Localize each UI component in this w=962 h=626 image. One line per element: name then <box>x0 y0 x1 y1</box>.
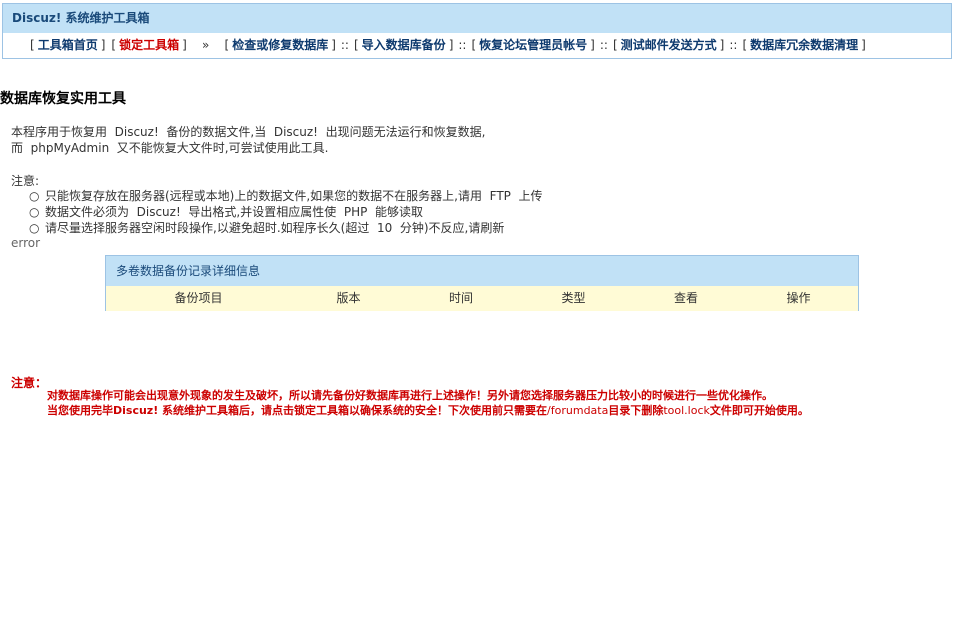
nav-bracket-close: ] <box>719 38 725 52</box>
warning-line-2-part-a: 当您使用完毕Discuz! 系统维护工具箱后，请点击锁定工具箱以确保系统的安全！… <box>47 404 548 417</box>
bullet-icon: ○ <box>29 205 40 219</box>
nav-bracket-close: ] <box>448 38 454 52</box>
nav-bracket-open: [ <box>471 38 477 52</box>
toolbox-header: Discuz! 系统维护工具箱 [工具箱首页][锁定工具箱] » [检查或修复数… <box>2 3 952 59</box>
nav-bracket-open: [ <box>353 38 359 52</box>
nav-link-db-cleanup[interactable]: 数据库冗余数据清理 <box>750 38 858 52</box>
nav-separator: :: <box>458 38 467 52</box>
notes-list: ○ 只能恢复存放在服务器(远程或本地)上的数据文件,如果您的数据不在服务器上,请用… <box>29 188 543 236</box>
bullet-icon: ○ <box>29 221 40 235</box>
intro-line-2: 而 phpMyAdmin 又不能恢复大文件时,可尝试使用此工具. <box>11 141 329 155</box>
nav-bracket-open: [ <box>742 38 748 52</box>
warning-line-2: 当您使用完毕Discuz! 系统维护工具箱后，请点击锁定工具箱以确保系统的安全！… <box>47 403 809 418</box>
nav-link-restore-admin[interactable]: 恢复论坛管理员帐号 <box>479 38 587 52</box>
list-item: ○ 只能恢复存放在服务器(远程或本地)上的数据文件,如果您的数据不在服务器上,请用… <box>29 188 543 204</box>
page-title: 数据库恢复实用工具 <box>0 91 126 107</box>
warning-line-2-part-c: 文件即可开始使用。 <box>709 404 809 417</box>
nav-bracket-close: ] <box>100 38 106 52</box>
note-text: 请尽量选择服务器空闲时段操作,以避免超时.如程序长久(超过 10 分钟)不反应,… <box>45 221 505 235</box>
nav-bracket-close: ] <box>590 38 595 52</box>
nav-bracket-close: ] <box>861 38 866 52</box>
list-item: ○ 请尽量选择服务器空闲时段操作,以避免超时.如程序长久(超过 10 分钟)不反应… <box>29 220 543 236</box>
warning-label: 注意： <box>11 376 48 390</box>
column-header-backup-item: 备份项目 <box>174 291 223 305</box>
header-title: Discuz! 系统维护工具箱 <box>3 4 951 33</box>
intro-text: 本程序用于恢复用 Discuz! 备份的数据文件,当 Discuz! 出现问题无… <box>11 124 485 156</box>
list-item: ○ 数据文件必须为 Discuz! 导出格式,并设置相应属性使 PHP 能够读取 <box>29 204 543 220</box>
nav-bracket-open: [ <box>111 38 117 52</box>
column-header-view: 查看 <box>673 291 698 305</box>
backup-table-header-row: 备份项目 版本 时间 类型 查看 操作 <box>106 286 858 311</box>
warning-line-2-part-b: 目录下删除 <box>608 404 664 417</box>
nav-separator: :: <box>729 38 738 52</box>
nav-link-lock-toolbox[interactable]: 锁定工具箱 <box>119 38 179 52</box>
notes-label: 注意: <box>11 174 40 188</box>
warning-text: 对数据库操作可能会出现意外现象的发生及破坏，所以请先备份好数据库再进行上述操作！… <box>47 388 809 418</box>
intro-line-1: 本程序用于恢复用 Discuz! 备份的数据文件,当 Discuz! 出现问题无… <box>11 125 486 139</box>
column-header-action: 操作 <box>786 291 811 305</box>
nav-bar: [工具箱首页][锁定工具箱] » [检查或修复数据库]::[导入数据库备份]::… <box>3 33 951 58</box>
nav-bracket-close: ] <box>331 38 336 52</box>
backup-records-table: 多卷数据备份记录详细信息 备份项目 版本 时间 类型 查看 操作 <box>105 255 859 311</box>
note-text: 数据文件必须为 Discuz! 导出格式,并设置相应属性使 PHP 能够读取 <box>45 205 423 219</box>
nav-link-check-repair-db[interactable]: 检查或修复数据库 <box>232 38 328 52</box>
nav-link-test-mail[interactable]: 测试邮件发送方式 <box>621 38 717 52</box>
warning-lock-file: tool.lock <box>663 404 710 417</box>
nav-separator: :: <box>340 38 349 52</box>
warning-line-1: 对数据库操作可能会出现意外现象的发生及破坏，所以请先备份好数据库再进行上述操作！… <box>47 389 773 402</box>
nav-raquo: » <box>201 38 210 52</box>
warning-path: /forumdata <box>547 404 609 417</box>
error-message: error <box>11 236 41 250</box>
column-header-time: 时间 <box>448 291 473 305</box>
nav-bracket-close: ] <box>182 38 187 52</box>
note-text: 只能恢复存放在服务器(远程或本地)上的数据文件,如果您的数据不在服务器上,请用 … <box>45 189 543 203</box>
nav-bracket-open: [ <box>224 38 230 52</box>
bullet-icon: ○ <box>29 189 40 203</box>
nav-bracket-open: [ <box>612 38 618 52</box>
column-header-type: 类型 <box>561 291 586 305</box>
nav-link-home[interactable]: 工具箱首页 <box>38 38 98 52</box>
backup-table-title: 多卷数据备份记录详细信息 <box>106 256 858 286</box>
column-header-version: 版本 <box>336 291 361 305</box>
nav-separator: :: <box>599 38 608 52</box>
nav-bracket-open: [ <box>30 38 35 52</box>
nav-link-import-backup[interactable]: 导入数据库备份 <box>362 38 446 52</box>
